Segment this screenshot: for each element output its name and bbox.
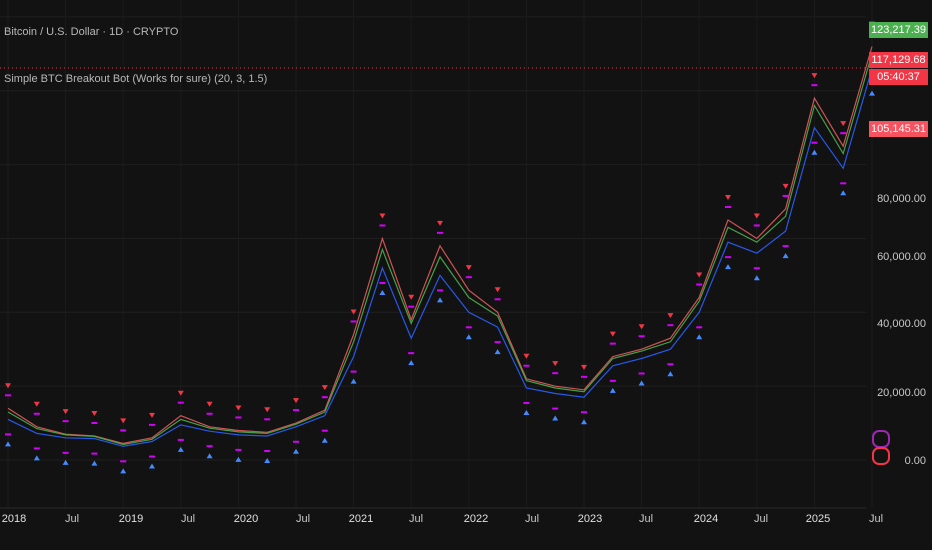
- breakout-marker: [379, 282, 386, 284]
- breakout-marker: [91, 422, 98, 424]
- breakout-marker: [293, 440, 299, 443]
- price-tag-low: 105,145.31: [869, 121, 928, 137]
- breakout-marker: [5, 433, 11, 436]
- breakout-marker: [408, 305, 415, 308]
- lightning-icon[interactable]: [872, 430, 890, 448]
- breakout-marker: [840, 182, 847, 185]
- breakout-marker: [753, 267, 760, 270]
- countdown-tag: 05:40:37: [869, 69, 928, 85]
- breakout-marker: [494, 298, 501, 301]
- breakout-marker: [465, 326, 472, 329]
- x-tick-label: Jul: [180, 513, 196, 525]
- x-tick-label: 2021: [348, 513, 374, 525]
- x-tick-label: 2023: [577, 513, 603, 525]
- breakout-marker: [581, 411, 587, 414]
- y-tick-label: 20,000.00: [877, 387, 926, 399]
- y-tick-label: 80,000.00: [877, 193, 926, 205]
- breakout-marker: [523, 402, 530, 404]
- breakout-marker: [552, 407, 559, 410]
- breakout-marker: [350, 320, 357, 323]
- flag-icon[interactable]: [872, 447, 890, 465]
- breakout-marker: [408, 352, 415, 355]
- breakout-marker: [120, 429, 127, 432]
- buy-arrow: [869, 90, 875, 96]
- breakout-marker: [149, 455, 155, 458]
- y-tick-label: 0.00: [904, 455, 926, 467]
- x-tick-label: 2025: [805, 513, 831, 525]
- breakout-marker: [667, 324, 674, 327]
- breakout-marker: [379, 224, 386, 227]
- breakout-marker: [149, 423, 155, 426]
- chart-root: Bitcoin / U.S. Dollar · 1D · CRYPTO Simp…: [0, 0, 932, 550]
- breakout-marker: [494, 341, 501, 344]
- breakout-marker: [33, 412, 40, 415]
- breakout-marker: [62, 420, 69, 423]
- breakout-marker: [235, 416, 242, 419]
- breakout-marker: [811, 141, 818, 144]
- x-tick-label: Jul: [868, 513, 884, 525]
- breakout-marker: [782, 245, 789, 248]
- breakout-marker: [638, 335, 645, 338]
- breakout-marker: [782, 194, 789, 197]
- breakout-marker: [293, 409, 299, 412]
- breakout-marker: [33, 447, 40, 450]
- breakout-marker: [609, 379, 616, 382]
- breakout-marker: [725, 256, 731, 259]
- breakout-marker: [437, 289, 443, 292]
- symbol-title[interactable]: Bitcoin / U.S. Dollar · 1D · CRYPTO: [4, 26, 178, 38]
- breakout-marker: [206, 445, 213, 448]
- breakout-marker: [696, 283, 703, 286]
- indicator-title[interactable]: Simple BTC Breakout Bot (Works for sure)…: [4, 73, 267, 85]
- breakout-marker: [5, 394, 11, 397]
- breakout-marker: [667, 363, 674, 366]
- x-tick-label: Jul: [524, 513, 540, 525]
- breakout-marker: [581, 375, 587, 378]
- x-tick-label: 2019: [118, 513, 144, 525]
- x-tick-label: Jul: [295, 513, 311, 525]
- x-tick-label: 2024: [693, 513, 719, 525]
- y-tick-label: 60,000.00: [877, 251, 926, 263]
- breakout-marker: [465, 276, 472, 279]
- breakout-marker: [840, 132, 847, 135]
- breakout-marker: [321, 396, 328, 399]
- breakout-marker: [264, 418, 271, 421]
- breakout-marker: [696, 326, 703, 329]
- price-tag-last: 117,129.68: [869, 52, 928, 68]
- breakout-marker: [552, 372, 559, 375]
- breakout-marker: [264, 450, 271, 452]
- price-tag-high: 123,217.39: [869, 22, 928, 38]
- breakout-marker: [321, 429, 328, 432]
- x-tick-label: 2018: [1, 513, 27, 525]
- breakout-marker: [523, 364, 530, 367]
- x-tick-label: Jul: [638, 513, 654, 525]
- breakout-marker: [62, 451, 69, 454]
- breakout-marker: [725, 206, 731, 208]
- x-tick-label: 2020: [233, 513, 259, 525]
- breakout-marker: [437, 231, 443, 234]
- y-tick-label: 40,000.00: [877, 318, 926, 330]
- x-tick-label: Jul: [753, 513, 769, 525]
- breakout-marker: [177, 401, 184, 404]
- x-tick-label: Jul: [64, 513, 80, 525]
- breakout-marker: [811, 84, 818, 87]
- breakout-marker: [235, 448, 242, 451]
- breakout-marker: [638, 372, 645, 375]
- breakout-marker: [120, 460, 127, 463]
- breakout-marker: [609, 342, 616, 345]
- x-tick-label: Jul: [408, 513, 424, 525]
- breakout-marker: [753, 224, 760, 227]
- breakout-marker: [350, 370, 357, 373]
- breakout-marker: [177, 438, 184, 441]
- x-tick-label: 2022: [463, 513, 489, 525]
- breakout-marker: [206, 412, 213, 415]
- breakout-marker: [91, 452, 98, 455]
